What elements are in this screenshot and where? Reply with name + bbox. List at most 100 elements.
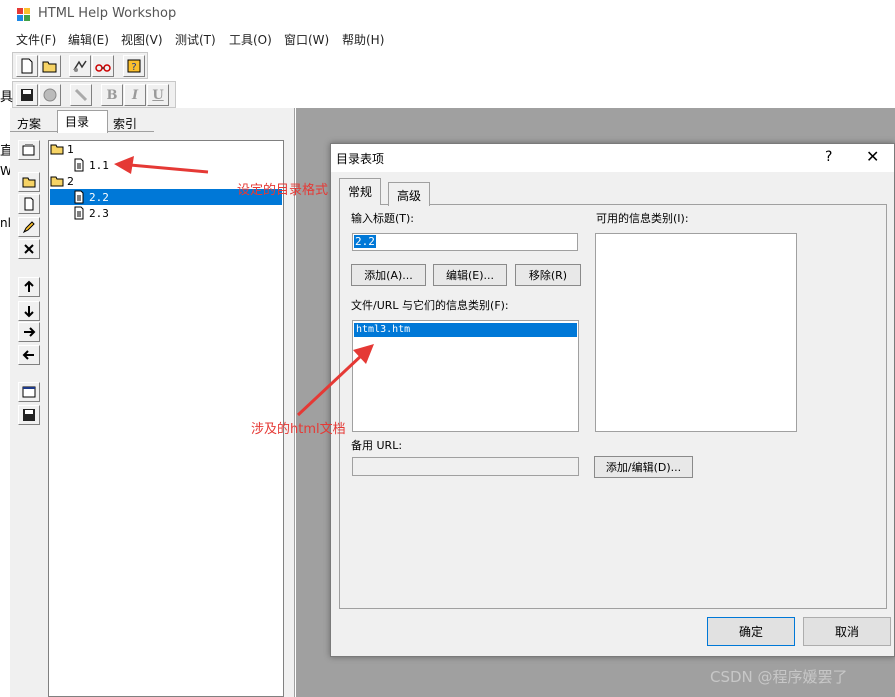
insert-page-button[interactable] bbox=[18, 194, 40, 214]
page-icon bbox=[24, 197, 34, 211]
dialog-help-button[interactable]: ? bbox=[825, 149, 832, 165]
toc-properties-button[interactable] bbox=[18, 140, 40, 160]
dialog-title-bar: 目录表项 ? ✕ bbox=[331, 144, 894, 172]
glasses-icon bbox=[95, 64, 111, 72]
window-title-bar: HTML Help Workshop bbox=[0, 0, 895, 28]
annotation-html-doc: 涉及的html文档 bbox=[251, 422, 346, 437]
arrow-up-icon bbox=[24, 280, 34, 292]
partial-text-a: 具 bbox=[0, 90, 14, 105]
preview-button[interactable] bbox=[39, 84, 61, 106]
menu-test[interactable]: 测试(T) bbox=[175, 31, 216, 48]
open-folder-icon bbox=[42, 61, 57, 73]
edit-entry-button[interactable] bbox=[18, 217, 40, 237]
underline-button[interactable]: U bbox=[147, 84, 169, 106]
help-book-icon: ? bbox=[127, 59, 141, 73]
format-toolbar: B I U bbox=[12, 81, 176, 108]
toc-tree bbox=[48, 140, 284, 697]
folder-icon bbox=[22, 177, 36, 188]
move-right-button[interactable] bbox=[18, 322, 40, 342]
delete-x-icon bbox=[24, 244, 34, 254]
add-edit-info-button[interactable]: 添加/编辑(D)... bbox=[594, 456, 693, 478]
open-folder-icon bbox=[50, 144, 64, 155]
new-file-icon bbox=[21, 58, 33, 74]
view-button[interactable] bbox=[92, 55, 114, 77]
menu-file[interactable]: 文件(F) bbox=[16, 31, 56, 48]
open-button[interactable] bbox=[39, 55, 61, 77]
italic-button[interactable]: I bbox=[124, 84, 146, 106]
tab-project[interactable]: 方案 bbox=[17, 115, 41, 132]
page-icon bbox=[74, 158, 84, 172]
main-toolbar: ? bbox=[12, 52, 148, 79]
style-button[interactable] bbox=[70, 84, 92, 106]
alt-url-label: 备用 URL: bbox=[351, 439, 403, 452]
remove-button[interactable]: 移除(R) bbox=[515, 264, 581, 286]
save-button[interactable] bbox=[16, 84, 38, 106]
help-workshop-app-icon bbox=[17, 8, 30, 21]
tree-item-1-1[interactable]: 1.1 bbox=[72, 157, 109, 173]
edit-button[interactable]: 编辑(E)... bbox=[433, 264, 507, 286]
properties-icon bbox=[22, 144, 35, 156]
save-toc-button[interactable] bbox=[18, 405, 40, 425]
menu-view[interactable]: 视图(V) bbox=[121, 31, 163, 48]
save-disk-icon bbox=[21, 89, 33, 101]
menu-bar: 文件(F) 编辑(E) 视图(V) 测试(T) 工具(O) 窗口(W) 帮助(H… bbox=[0, 28, 895, 50]
move-down-button[interactable] bbox=[18, 301, 40, 321]
watermark: CSDN @程序媛罢了 bbox=[710, 668, 848, 686]
menu-edit[interactable]: 编辑(E) bbox=[68, 31, 109, 48]
ok-button[interactable]: 确定 bbox=[707, 617, 795, 646]
move-up-button[interactable] bbox=[18, 277, 40, 297]
tree-item-label: 1 bbox=[67, 142, 74, 156]
tab-contents[interactable]: 目录 bbox=[65, 113, 89, 130]
dialog-close-button[interactable]: ✕ bbox=[866, 147, 879, 166]
files-label: 文件/URL 与它们的信息类别(F): bbox=[351, 299, 509, 312]
brush-icon bbox=[74, 88, 88, 102]
new-button[interactable] bbox=[16, 55, 38, 77]
tree-item-2-3[interactable]: 2.3 bbox=[72, 205, 109, 221]
pencil-icon bbox=[22, 221, 35, 234]
arrow-down-icon bbox=[24, 306, 34, 318]
menu-window[interactable]: 窗口(W) bbox=[284, 31, 329, 48]
view-html-button[interactable] bbox=[18, 382, 40, 402]
help-button[interactable]: ? bbox=[123, 55, 145, 77]
info-types-label: 可用的信息类别(I): bbox=[596, 212, 689, 225]
title-label: 输入标题(T): bbox=[351, 212, 415, 225]
open-folder-icon bbox=[50, 176, 64, 187]
files-list-item[interactable]: html3.htm bbox=[354, 323, 577, 337]
globe-icon bbox=[43, 88, 57, 102]
info-types-list[interactable] bbox=[595, 233, 797, 432]
arrow-left-icon bbox=[22, 350, 34, 360]
page-icon bbox=[74, 206, 84, 220]
tree-item-1[interactable]: 1 bbox=[50, 141, 74, 157]
cancel-button[interactable]: 取消 bbox=[803, 617, 891, 646]
add-button[interactable]: 添加(A)... bbox=[351, 264, 426, 286]
svg-text:?: ? bbox=[131, 62, 136, 73]
tab-index[interactable]: 索引 bbox=[113, 115, 137, 132]
tree-item-label: 2.3 bbox=[89, 206, 109, 220]
tree-item-label: 1.1 bbox=[89, 158, 109, 172]
window-icon bbox=[22, 386, 36, 398]
arrow-right-icon bbox=[24, 327, 36, 337]
compile-button[interactable] bbox=[69, 55, 91, 77]
delete-entry-button[interactable] bbox=[18, 239, 40, 259]
annotation-toc-format: 设定的目录格式 bbox=[237, 183, 329, 198]
dialog-title: 目录表项 bbox=[336, 152, 385, 166]
bold-button[interactable]: B bbox=[101, 84, 123, 106]
title-input-value: 2.2 bbox=[354, 235, 376, 248]
toc-entry-dialog: 目录表项 ? ✕ 常规 高级 输入标题(T): 2.2 添加(A)... 编辑(… bbox=[330, 143, 895, 657]
tab-general[interactable]: 常规 bbox=[339, 178, 382, 205]
insert-heading-button[interactable] bbox=[18, 172, 40, 192]
save-disk-icon bbox=[23, 409, 35, 421]
tree-item-label: 2.2 bbox=[89, 190, 109, 204]
tab-advanced[interactable]: 高级 bbox=[388, 182, 431, 206]
page-icon bbox=[74, 190, 84, 204]
window-title: HTML Help Workshop bbox=[38, 6, 177, 21]
compile-icon bbox=[73, 60, 87, 72]
title-input[interactable]: 2.2 bbox=[352, 233, 578, 251]
tree-item-2[interactable]: 2 bbox=[50, 173, 74, 189]
move-left-button[interactable] bbox=[18, 345, 40, 365]
files-list[interactable]: html3.htm bbox=[352, 320, 579, 432]
alt-url-input[interactable] bbox=[352, 457, 579, 476]
menu-help[interactable]: 帮助(H) bbox=[342, 31, 384, 48]
tree-item-label: 2 bbox=[67, 174, 74, 188]
menu-tools[interactable]: 工具(O) bbox=[229, 31, 272, 48]
